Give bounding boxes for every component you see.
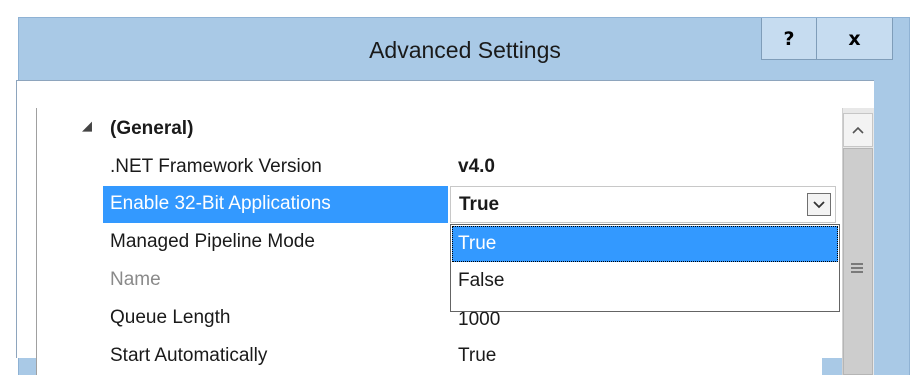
property-name-net-framework-version[interactable]: .NET Framework Version: [110, 148, 322, 186]
enable-32-bit-combo-box[interactable]: True: [450, 186, 836, 223]
property-name-enable-32-bit-applications[interactable]: Enable 32-Bit Applications: [110, 185, 331, 223]
chevron-up-icon[interactable]: [843, 113, 873, 147]
property-name-name[interactable]: Name: [110, 261, 161, 299]
category-general: (General): [110, 118, 194, 139]
combo-selected-value: True: [459, 194, 500, 215]
close-button[interactable]: x: [816, 18, 893, 60]
help-button[interactable]: ?: [761, 18, 817, 60]
grip-icon: [851, 263, 863, 273]
property-name-managed-pipeline-mode[interactable]: Managed Pipeline Mode: [110, 223, 315, 261]
property-value-net-framework-version[interactable]: v4.0: [458, 148, 495, 186]
property-name-queue-length[interactable]: Queue Length: [110, 299, 230, 337]
dropdown-option-false[interactable]: False: [452, 263, 838, 299]
property-name-start-automatically[interactable]: Start Automatically: [110, 337, 267, 375]
dropdown-list: True False: [450, 224, 840, 312]
dialog-right-border: [874, 80, 890, 375]
collapse-triangle-icon[interactable]: ◢: [82, 117, 92, 137]
property-value-start-automatically[interactable]: True: [458, 337, 496, 375]
dropdown-option-true[interactable]: True: [452, 226, 838, 262]
page: Advanced Settings ? x ◢ (General) .NET F…: [0, 0, 914, 375]
chevron-down-icon[interactable]: [807, 193, 831, 216]
